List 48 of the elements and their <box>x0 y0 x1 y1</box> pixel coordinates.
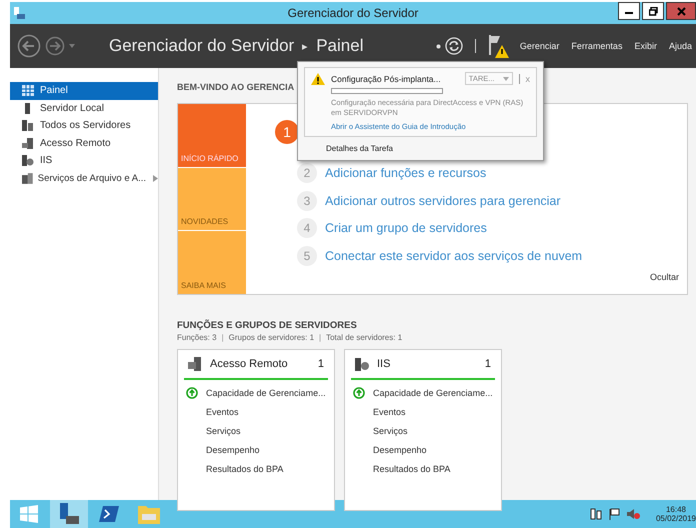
menu-item[interactable]: Ferramentas <box>571 41 622 51</box>
step-link[interactable]: Criar um grupo de servidores <box>325 221 487 236</box>
notification-title: Configuração Pós-implanta... <box>331 74 442 84</box>
step-number: 1 <box>275 120 299 144</box>
sidebar-item[interactable]: Servidor Local <box>10 100 158 117</box>
step-number: 2 <box>297 163 317 184</box>
role-detail-link[interactable]: Desempenho <box>206 444 260 454</box>
sidebar-item[interactable]: IIS <box>10 152 158 170</box>
role-name[interactable]: Acesso Remoto <box>210 358 310 370</box>
role-detail-link[interactable]: Eventos <box>373 406 406 416</box>
role-detail-link[interactable]: Serviços <box>206 426 241 436</box>
step-number: 5 <box>297 246 317 266</box>
role-detail-link[interactable]: Resultados do BPA <box>373 464 450 474</box>
menu-item[interactable]: Ajuda <box>668 41 692 51</box>
role-count: 1 <box>318 358 325 370</box>
section-heading: FUNÇÕES E GRUPOS DE SERVIDORES <box>177 320 358 331</box>
menu-item[interactable]: Gerenciar <box>520 41 560 51</box>
role-detail-link[interactable]: Serviços <box>373 426 408 436</box>
section-heading: BEM-VINDO AO GERENCIA <box>177 82 294 94</box>
role-count: 1 <box>484 358 492 370</box>
window-title: Gerenciador do Servidor <box>288 6 418 20</box>
breadcrumb-item[interactable]: Gerenciador do Servidor <box>109 36 294 56</box>
separator: | <box>222 333 224 342</box>
menu-item[interactable]: Exibir <box>634 41 657 51</box>
role-detail-link[interactable]: Capacidade de Gerenciame... <box>373 388 493 398</box>
role-name[interactable]: IIS <box>377 358 477 370</box>
role-detail-link[interactable]: Capacidade de Gerenciame... <box>206 388 326 398</box>
step-link[interactable]: Conectar este servidor aos serviços de nuvem <box>325 248 582 263</box>
role-detail-link[interactable]: Desempenho <box>373 444 427 454</box>
summary-text: Grupos de servidores: 1 <box>228 333 314 342</box>
summary-text: Total de servidores: 1 <box>326 333 402 342</box>
step-number: 3 <box>297 190 317 211</box>
role-detail-link[interactable]: Eventos <box>206 406 239 416</box>
clock[interactable]: 16:48 05/02/2019 <box>656 505 696 523</box>
task-details-link[interactable]: Detalhes da Tarefa <box>326 144 394 152</box>
sidebar-item[interactable]: Painel <box>10 82 158 100</box>
breadcrumb-item[interactable]: Painel <box>316 36 364 56</box>
role-detail-link[interactable]: Resultados do BPA <box>206 464 284 474</box>
hide-link[interactable]: Ocultar <box>650 272 679 282</box>
sidebar-item[interactable]: Serviços de Arquivo e A... <box>10 170 158 187</box>
summary-text: Funções: 3 <box>177 333 217 342</box>
step-number: 4 <box>297 218 317 238</box>
sidebar-item[interactable]: Acesso Remoto <box>10 134 158 152</box>
step-link[interactable]: Adicionar funções e recursos <box>325 166 486 180</box>
sidebar-item[interactable]: Todos os Servidores <box>10 117 158 134</box>
separator: | <box>319 333 322 342</box>
breadcrumb-separator: ▸ <box>302 40 308 52</box>
step-link[interactable]: Adicionar outros servidores para gerenciar <box>325 194 561 208</box>
